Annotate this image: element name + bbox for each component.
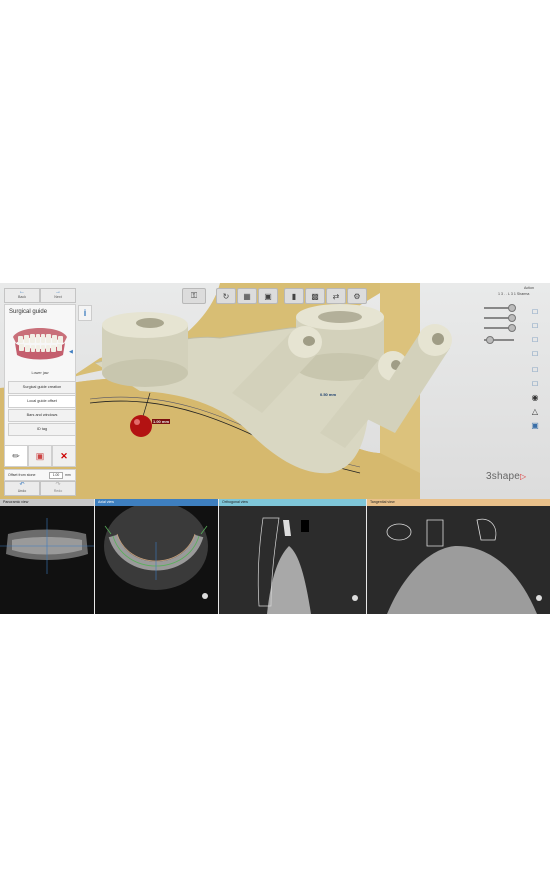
- layer-icon[interactable]: □: [530, 335, 540, 345]
- workflow-id-tag[interactable]: ID tag: [8, 423, 76, 436]
- orthogonal-image: [219, 506, 366, 614]
- measurement-sphere: [130, 415, 152, 437]
- undo-button[interactable]: ↶ Undo: [4, 481, 40, 496]
- close-icon[interactable]: ✕: [52, 445, 76, 467]
- next-button[interactable]: → Next: [40, 288, 76, 303]
- brand-logo: 3shape▷: [486, 471, 527, 482]
- guide-sleeve-1: [102, 312, 188, 387]
- redo-button[interactable]: ↷ Redo: [40, 481, 76, 496]
- screen-icon[interactable]: ▣: [530, 421, 540, 431]
- panoramic-view[interactable]: Panoramic view: [0, 499, 94, 614]
- opacity-slider-3[interactable]: [484, 324, 516, 332]
- workflow-card: Surgical guide ◀ Lower jaw Surgical guid…: [4, 304, 76, 447]
- scan-icon[interactable]: ▩: [305, 288, 325, 304]
- offset-input[interactable]: 1.00: [49, 472, 63, 479]
- cube-icon[interactable]: ▣: [258, 288, 278, 304]
- guide-measurement-label: 0.50 mm: [320, 392, 337, 397]
- info-icon[interactable]: i: [78, 305, 92, 321]
- view-icon[interactable]: ▦: [237, 288, 257, 304]
- workflow-bars-and-windows[interactable]: Bars and windows: [8, 409, 76, 422]
- brush-icon[interactable]: ✏: [4, 445, 28, 467]
- tooth-icon[interactable]: ⚿: [182, 288, 206, 304]
- triangle-icon[interactable]: △: [530, 407, 540, 417]
- offset-row: Offset from stone 1.00 mm: [4, 469, 76, 481]
- tangential-image: [367, 506, 550, 614]
- tool-row: ✏ ▣ ✕: [4, 445, 76, 467]
- panoramic-view-header: Panoramic view: [0, 499, 94, 506]
- opacity-slider-4[interactable]: [484, 336, 514, 344]
- layer-icon[interactable]: □: [530, 379, 540, 389]
- view-info-label: 1 3 . . L 3 1 Sharma: [498, 292, 530, 296]
- layer-icon[interactable]: □: [530, 307, 540, 317]
- 3d-viewport[interactable]: 1.00 mm 0.50 mm ⚿ ↻ ▦ ▣ ▮ ▩ ⇄ ⚙ Action 1…: [0, 283, 550, 499]
- sync-icon[interactable]: ⇄: [326, 288, 346, 304]
- rotate-icon[interactable]: ↻: [216, 288, 236, 304]
- tangential-view[interactable]: Tangential view: [367, 499, 550, 614]
- offset-unit: mm: [65, 473, 71, 477]
- offset-label: Offset from stone: [8, 473, 36, 477]
- panoramic-image: [0, 518, 94, 574]
- camera-icon[interactable]: ◉: [530, 393, 540, 403]
- axial-view-header: Axial view: [95, 499, 218, 506]
- jaw-label: Lower jaw: [31, 371, 49, 375]
- expand-arrow-icon[interactable]: ◀: [69, 349, 73, 355]
- panel-title: Surgical guide: [9, 309, 48, 315]
- layer-icon[interactable]: □: [530, 321, 540, 331]
- orthogonal-view[interactable]: Orthogonal view: [219, 499, 366, 614]
- workflow-surgical-guide-creation[interactable]: Surgical guide creation: [8, 381, 76, 394]
- implant-icon[interactable]: ▮: [284, 288, 304, 304]
- tangential-view-header: Tangential view: [367, 499, 550, 506]
- jaw-thumbnail: [13, 328, 67, 360]
- sphere-measurement-label: 1.00 mm: [152, 419, 171, 424]
- back-button[interactable]: ← Back: [4, 288, 40, 303]
- application-window: 1.00 mm 0.50 mm ⚿ ↻ ▦ ▣ ▮ ▩ ⇄ ⚙ Action 1…: [0, 283, 550, 614]
- layer-icon[interactable]: □: [530, 365, 540, 375]
- eraser-icon[interactable]: ▣: [28, 445, 52, 467]
- axial-image: [104, 506, 208, 599]
- settings-icon[interactable]: ⚙: [347, 288, 367, 304]
- layer-icon[interactable]: □: [530, 349, 540, 359]
- workflow-local-guide-offset[interactable]: Local guide offset: [8, 395, 76, 408]
- opacity-slider-1[interactable]: [484, 304, 516, 312]
- left-panel: ← Back → Next Surgical guide ◀ Lower jaw S…: [4, 287, 76, 499]
- axial-view[interactable]: Axial view: [95, 499, 218, 614]
- orthogonal-view-header: Orthogonal view: [219, 499, 366, 506]
- opacity-slider-2[interactable]: [484, 314, 516, 322]
- action-label: Action: [524, 286, 534, 290]
